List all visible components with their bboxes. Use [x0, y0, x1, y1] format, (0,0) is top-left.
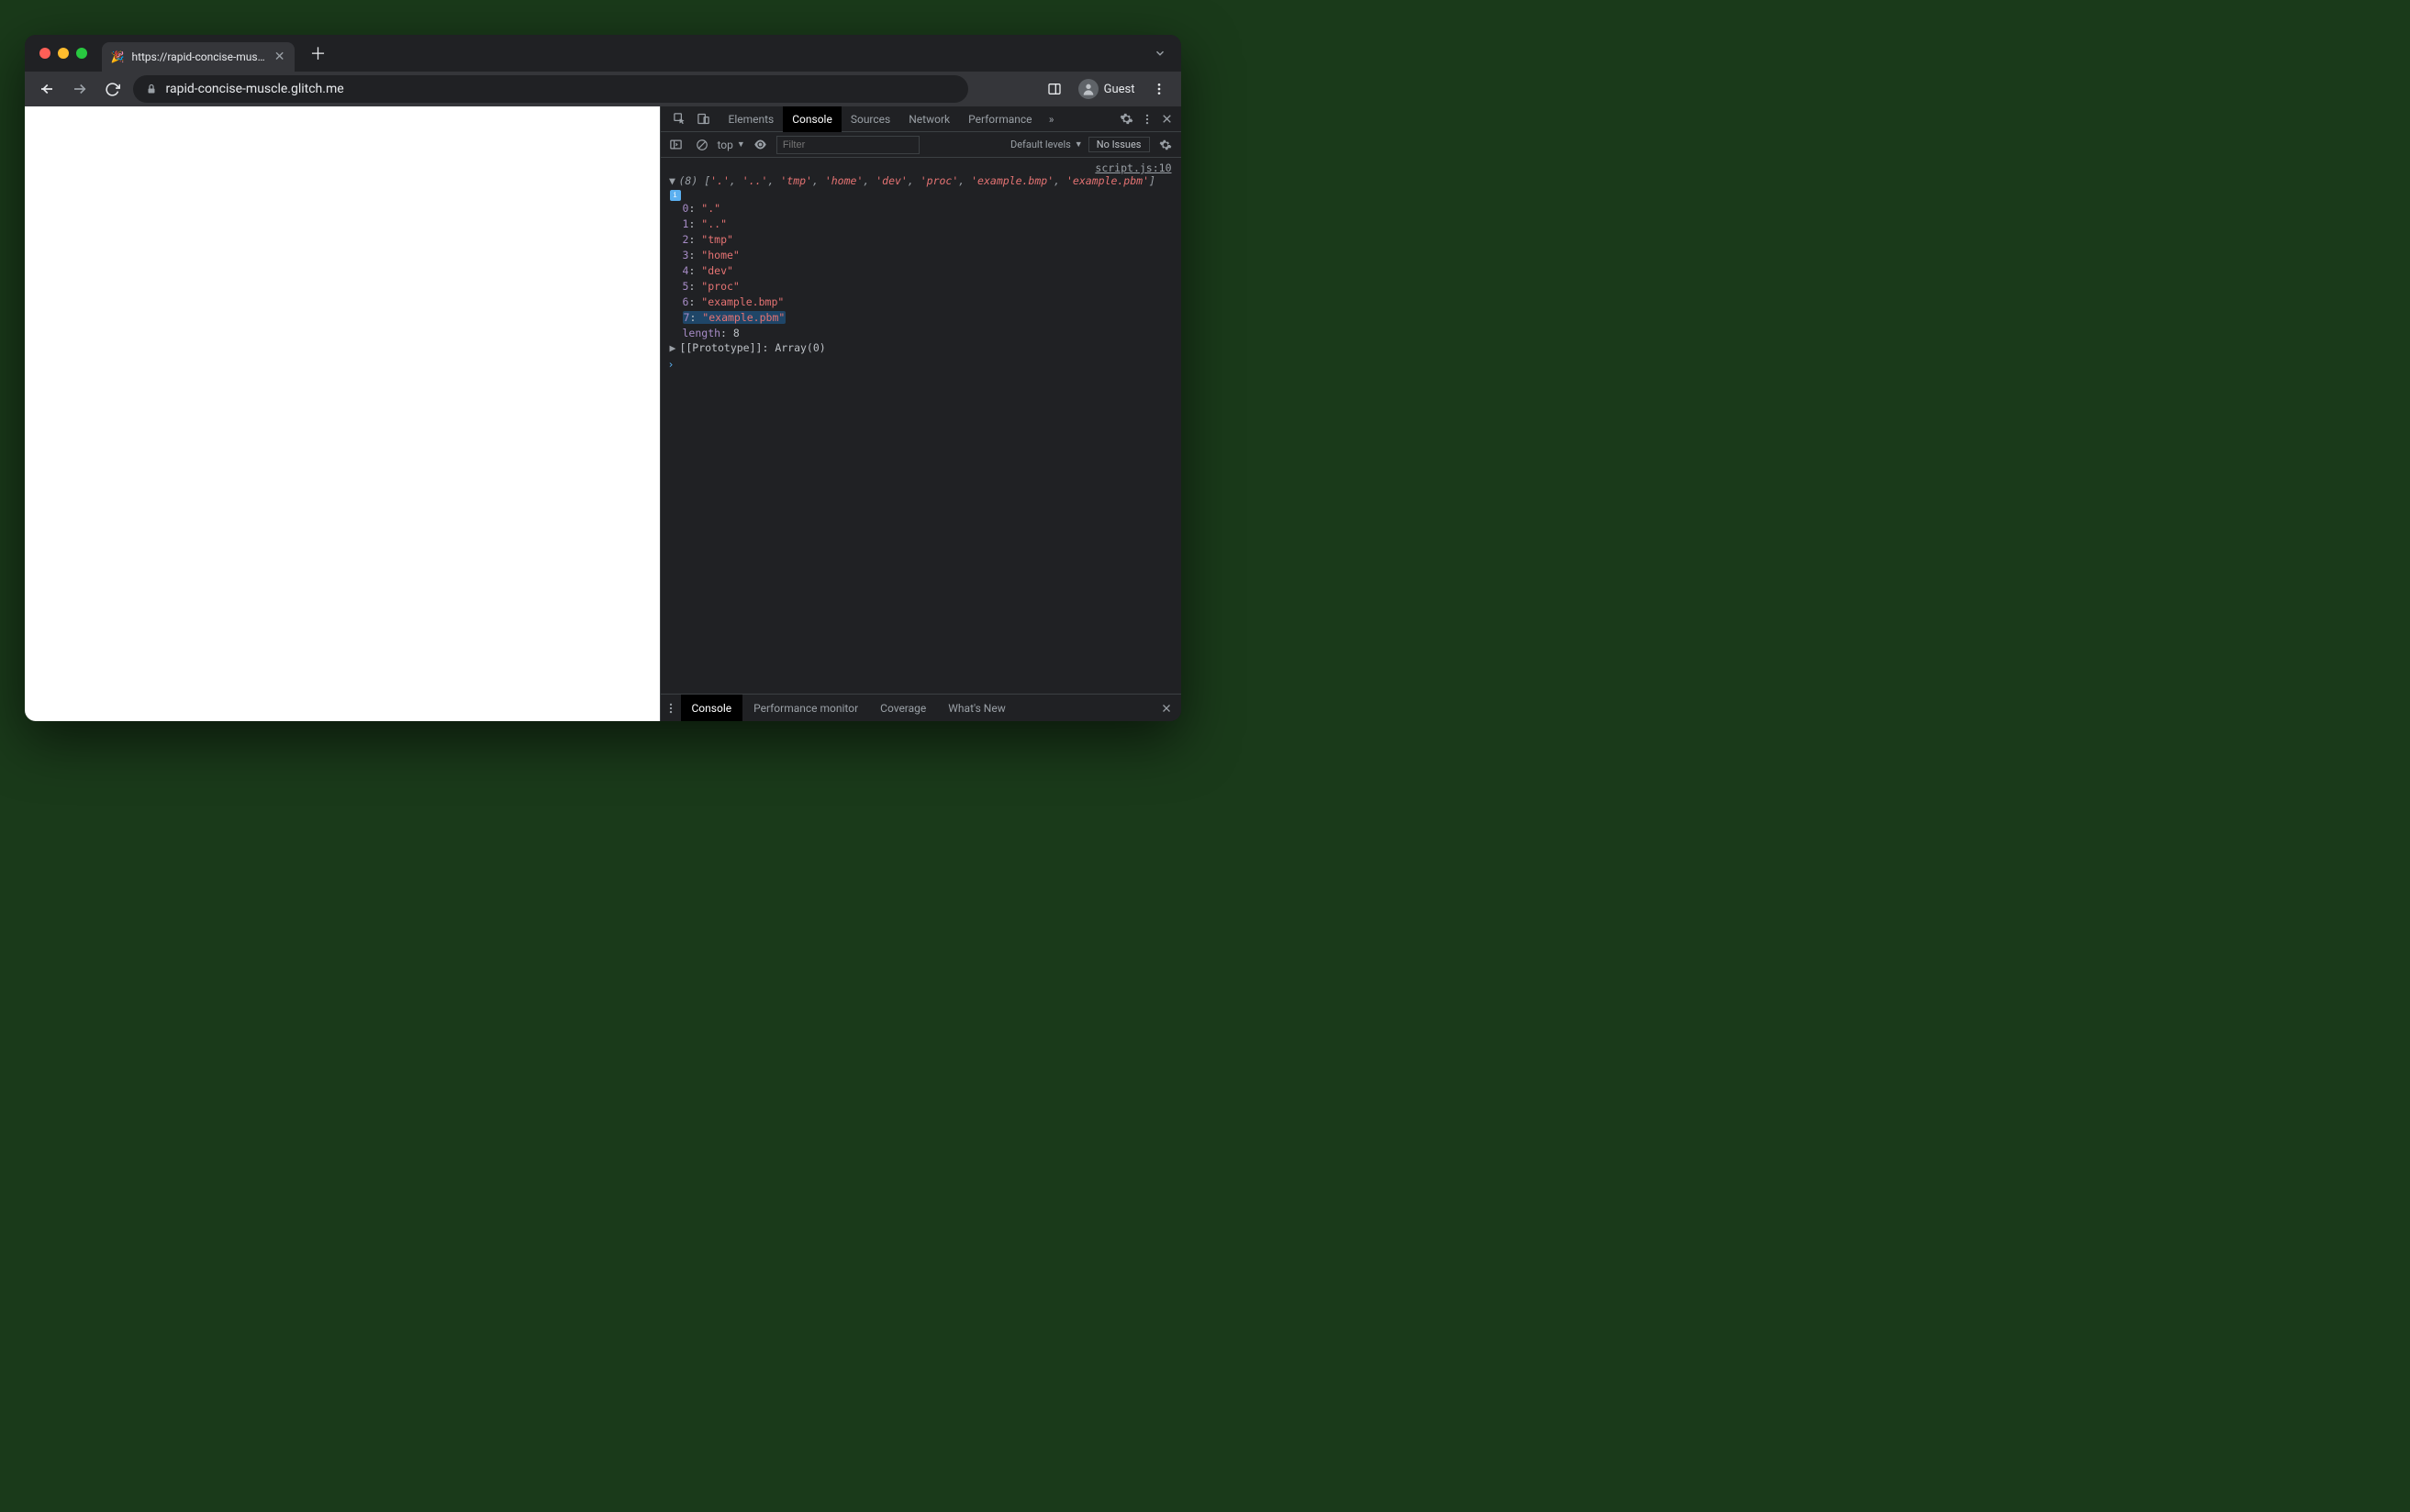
tab-title: https://rapid-concise-muscle.g	[131, 50, 266, 63]
devtools-menu-icon[interactable]	[1137, 109, 1157, 129]
lock-icon	[146, 83, 157, 95]
url-text: rapid-concise-muscle.glitch.me	[166, 82, 344, 96]
reload-button[interactable]	[100, 76, 126, 102]
drawer-menu-icon[interactable]	[661, 698, 681, 718]
context-selector[interactable]: top ▼	[718, 139, 745, 151]
devtools-tabbar: Elements Console Sources Network Perform…	[661, 106, 1181, 132]
array-entries: 0: "."1: ".."2: "tmp"3: "home"4: "dev"5:…	[661, 201, 1181, 326]
panel-toggle-icon[interactable]	[1042, 76, 1067, 102]
content-area: Elements Console Sources Network Perform…	[25, 106, 1181, 721]
tab-performance[interactable]: Performance	[959, 106, 1041, 132]
tabs-overflow-icon[interactable]	[1154, 47, 1166, 60]
array-length: length: 8	[683, 326, 1181, 341]
address-bar[interactable]: rapid-concise-muscle.glitch.me	[133, 75, 968, 103]
close-devtools-icon[interactable]	[1157, 109, 1177, 129]
more-tabs-icon[interactable]: »	[1042, 109, 1062, 129]
inspect-element-icon[interactable]	[670, 109, 690, 129]
array-entry[interactable]: 7: "example.pbm"	[683, 310, 1181, 326]
drawer-tab-whatsnew[interactable]: What's New	[937, 695, 1016, 721]
tab-console[interactable]: Console	[783, 106, 842, 132]
avatar-icon	[1078, 79, 1099, 99]
new-tab-button[interactable]: ＋	[306, 40, 331, 66]
array-entry[interactable]: 1: ".."	[683, 217, 1181, 232]
array-entry[interactable]: 6: "example.bmp"	[683, 295, 1181, 310]
context-label: top	[718, 139, 733, 151]
drawer-tab-coverage[interactable]: Coverage	[869, 695, 937, 721]
profile-button[interactable]: Guest	[1073, 75, 1141, 103]
dropdown-triangle-icon: ▼	[1075, 139, 1083, 150]
filter-input[interactable]	[776, 136, 920, 154]
browser-menu-icon[interactable]	[1146, 76, 1172, 102]
back-button[interactable]	[34, 76, 60, 102]
minimize-window-button[interactable]	[58, 48, 69, 59]
page-viewport[interactable]	[25, 106, 660, 721]
array-entry[interactable]: 4: "dev"	[683, 263, 1181, 279]
console-toolbar: top ▼ Default levels ▼ No Issues	[661, 132, 1181, 158]
close-window-button[interactable]	[39, 48, 50, 59]
close-drawer-icon[interactable]	[1152, 703, 1181, 714]
maximize-window-button[interactable]	[76, 48, 87, 59]
tab-network[interactable]: Network	[899, 106, 959, 132]
profile-label: Guest	[1104, 83, 1135, 96]
browser-window: 🎉 https://rapid-concise-muscle.g ✕ ＋ rap…	[25, 35, 1181, 721]
window-controls	[39, 48, 87, 59]
tab-sources[interactable]: Sources	[842, 106, 899, 132]
devtools-drawer: Console Performance monitor Coverage Wha…	[661, 694, 1181, 721]
console-settings-gear-icon[interactable]	[1155, 135, 1176, 155]
array-entry[interactable]: 5: "proc"	[683, 279, 1181, 295]
info-badge[interactable]: i	[670, 190, 681, 201]
tab-favicon-icon: 🎉	[111, 50, 125, 63]
array-entry[interactable]: 3: "home"	[683, 248, 1181, 263]
titlebar: 🎉 https://rapid-concise-muscle.g ✕ ＋	[25, 35, 1181, 72]
browser-toolbar: rapid-concise-muscle.glitch.me Guest	[25, 72, 1181, 106]
clear-console-icon[interactable]	[692, 135, 712, 155]
log-levels-selector[interactable]: Default levels ▼	[1010, 139, 1083, 150]
array-entry[interactable]: 0: "."	[683, 201, 1181, 217]
settings-gear-icon[interactable]	[1117, 109, 1137, 129]
device-toggle-icon[interactable]	[694, 109, 714, 129]
log-message[interactable]: ▼ (8) ['.', '..', 'tmp', 'home', 'dev', …	[661, 174, 1181, 187]
close-tab-icon[interactable]: ✕	[274, 50, 285, 64]
issues-button[interactable]: No Issues	[1088, 137, 1150, 152]
tab-elements[interactable]: Elements	[720, 106, 784, 132]
levels-label: Default levels	[1010, 139, 1071, 150]
array-summary: (8) ['.', '..', 'tmp', 'home', 'dev', 'p…	[679, 174, 1155, 187]
console-prompt[interactable]: ›	[661, 354, 1181, 374]
collapsed-triangle-icon[interactable]: ▶	[670, 341, 676, 354]
console-output[interactable]: script.js:10 ▼ (8) ['.', '..', 'tmp', 'h…	[661, 158, 1181, 694]
toggle-sidebar-icon[interactable]	[666, 135, 686, 155]
array-entry[interactable]: 2: "tmp"	[683, 232, 1181, 248]
prototype-row[interactable]: ▶[[Prototype]]: Array(0)	[661, 341, 1181, 354]
devtools-panel: Elements Console Sources Network Perform…	[660, 106, 1181, 721]
forward-button[interactable]	[67, 76, 93, 102]
drawer-tab-perfmon[interactable]: Performance monitor	[742, 695, 869, 721]
live-expression-icon[interactable]	[751, 135, 771, 155]
expand-triangle-icon[interactable]: ▼	[666, 174, 679, 187]
dropdown-triangle-icon: ▼	[737, 139, 745, 150]
drawer-tab-console[interactable]: Console	[681, 695, 743, 722]
source-link[interactable]: script.js:10	[1095, 161, 1171, 174]
browser-tab[interactable]: 🎉 https://rapid-concise-muscle.g ✕	[102, 42, 295, 72]
